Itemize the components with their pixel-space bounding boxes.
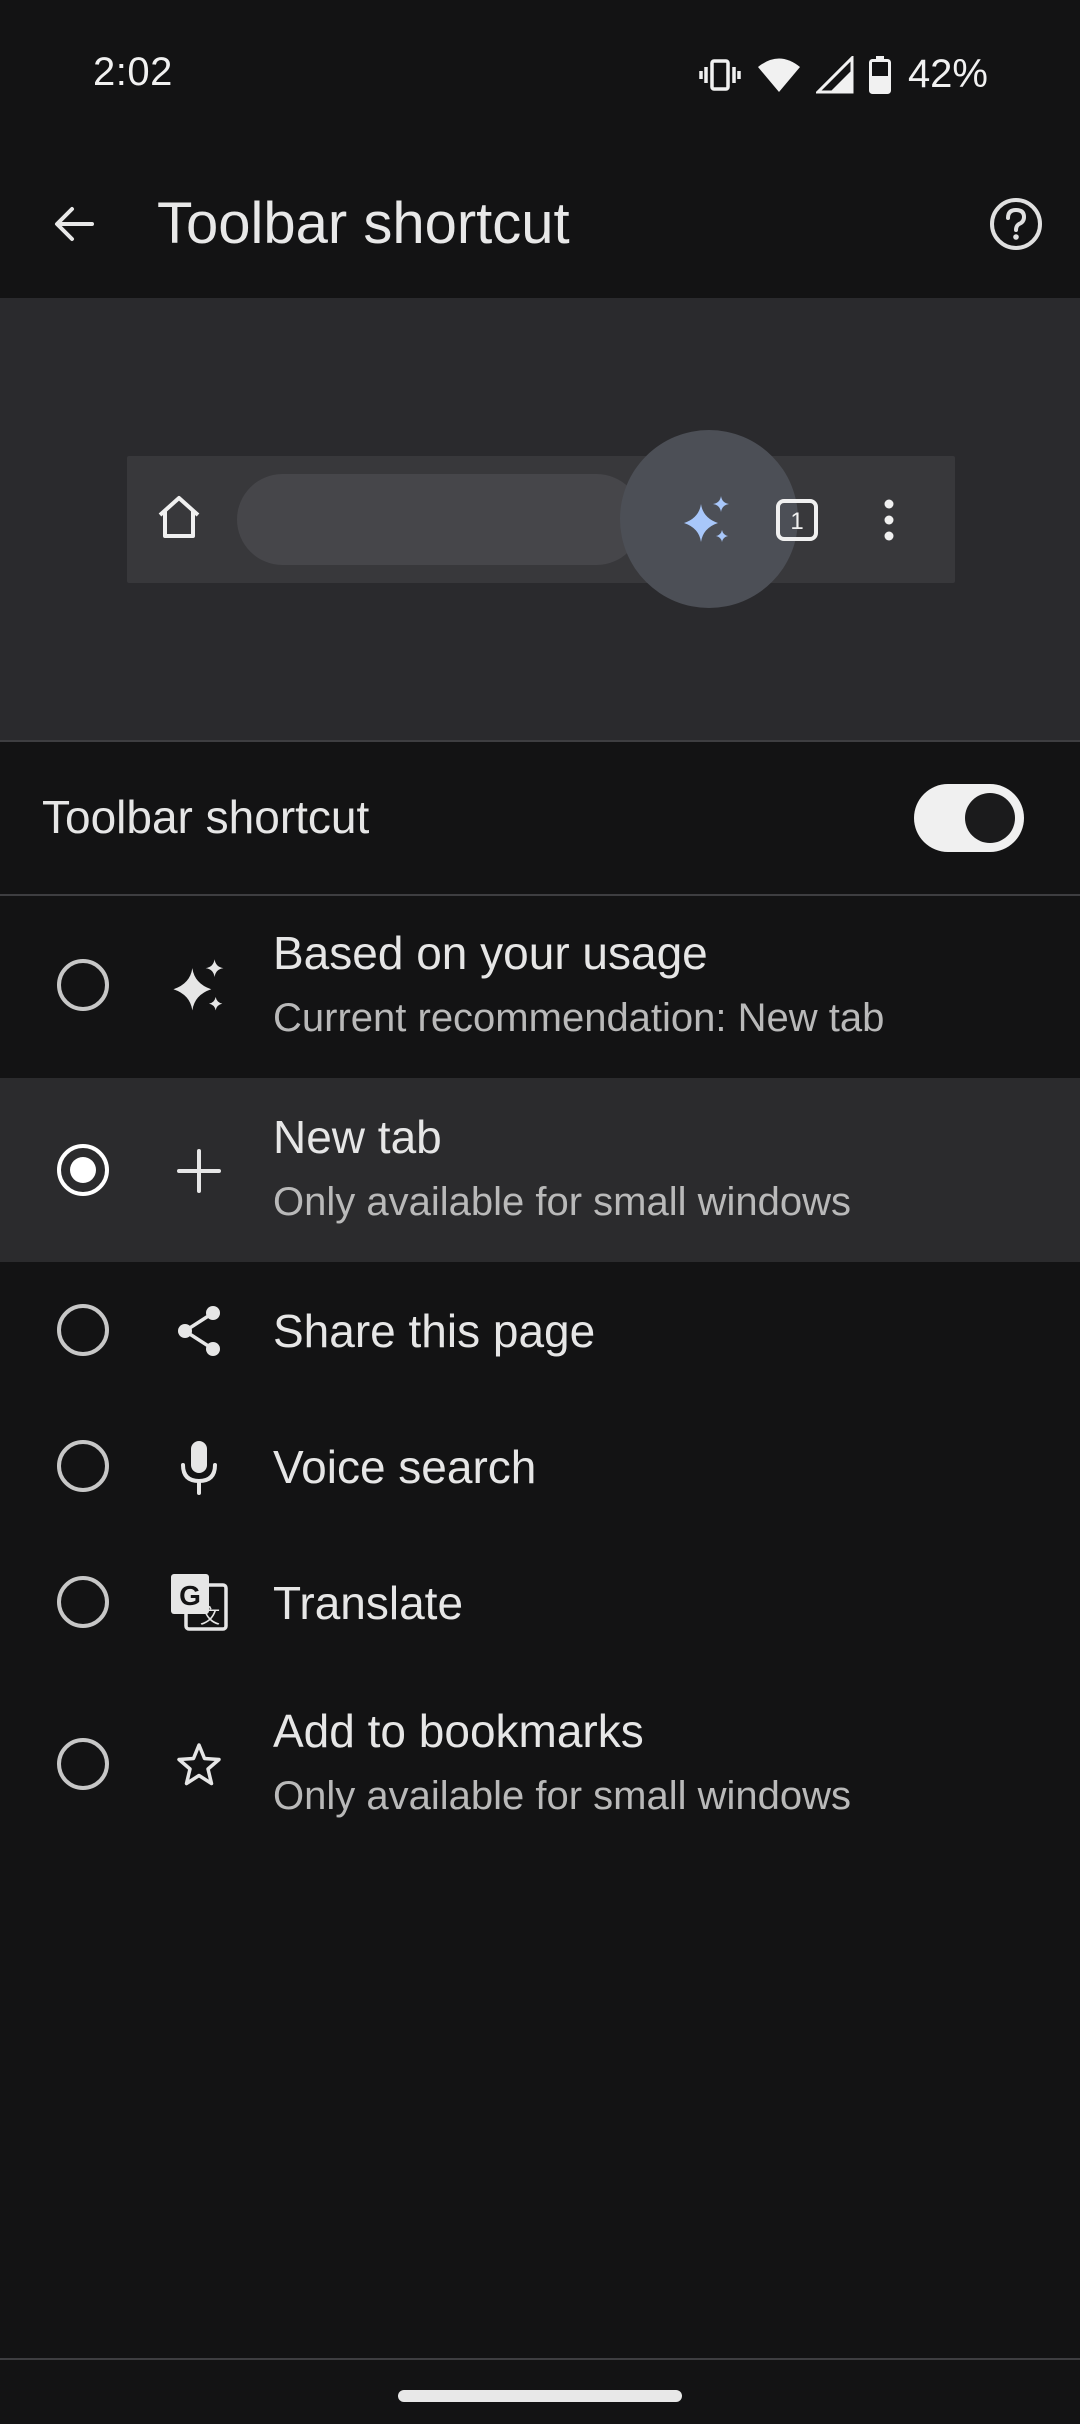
home-gesture-handle[interactable]	[398, 2390, 682, 2402]
home-icon	[155, 493, 203, 546]
sparkle-icon	[168, 956, 230, 1018]
toolbar-shortcut-switch[interactable]	[914, 784, 1024, 852]
sparkle-icon	[680, 494, 734, 553]
preview-toolbar: 1	[127, 430, 955, 608]
radio-new-tab[interactable]	[57, 1144, 109, 1196]
help-icon	[990, 198, 1042, 250]
option-add-to-bookmarks[interactable]: Add to bookmarks Only available for smal…	[0, 1670, 1080, 1852]
option-based-on-usage[interactable]: Based on your usage Current recommendati…	[0, 896, 1080, 1078]
radio-voice-search[interactable]	[57, 1440, 109, 1492]
page-title: Toolbar shortcut	[157, 191, 570, 256]
wifi-icon	[756, 56, 802, 94]
app-bar: Toolbar shortcut	[0, 150, 1080, 298]
toolbar-shortcut-toggle-row[interactable]: Toolbar shortcut	[0, 742, 1080, 894]
vibrate-icon	[698, 55, 742, 95]
option-title: Add to bookmarks	[273, 1705, 644, 1757]
share-icon	[168, 1300, 230, 1362]
back-button[interactable]	[42, 192, 106, 256]
battery-icon	[868, 55, 892, 95]
status-bar: 2:02 42%	[0, 0, 1080, 150]
radio-translate[interactable]	[57, 1576, 109, 1628]
option-title: Translate	[273, 1577, 464, 1629]
tab-switcher-icon: 1	[775, 498, 819, 547]
option-subtitle: Only available for small windows	[273, 1774, 852, 1818]
star-icon	[168, 1734, 230, 1796]
tab-count: 1	[790, 508, 803, 535]
option-subtitle: Current recommendation: New tab	[273, 996, 885, 1040]
option-title: New tab	[273, 1111, 442, 1163]
status-time: 2:02	[93, 50, 173, 94]
option-new-tab[interactable]: New tab Only available for small windows	[0, 1078, 1080, 1262]
battery-percent: 42%	[907, 52, 988, 96]
back-arrow-icon	[55, 207, 94, 241]
option-translate[interactable]: G文 Translate	[0, 1534, 1080, 1670]
preview-omnibox	[237, 474, 642, 565]
radio-share-this-page[interactable]	[57, 1304, 109, 1356]
toggle-label: Toolbar shortcut	[42, 791, 370, 843]
radio-based-on-usage[interactable]	[57, 959, 109, 1011]
option-voice-search[interactable]: Voice search	[0, 1398, 1080, 1534]
toolbar-preview: 1	[0, 298, 1080, 740]
option-title: Share this page	[273, 1305, 596, 1357]
navigation-bar	[0, 2358, 1080, 2424]
plus-icon	[168, 1140, 230, 1202]
translate-icon: G文	[168, 1571, 230, 1633]
help-button[interactable]	[984, 192, 1048, 256]
svg-text:文: 文	[200, 1604, 220, 1628]
status-icons: 42%	[698, 52, 988, 97]
svg-text:G: G	[179, 1580, 201, 1611]
option-subtitle: Only available for small windows	[273, 1180, 852, 1224]
option-title: Based on your usage	[273, 927, 708, 979]
switch-knob	[965, 793, 1015, 843]
signal-icon	[815, 55, 854, 94]
option-title: Voice search	[273, 1441, 537, 1493]
radio-add-to-bookmarks[interactable]	[57, 1738, 109, 1790]
option-share-this-page[interactable]: Share this page	[0, 1262, 1080, 1398]
more-vert-icon	[879, 496, 899, 549]
mic-icon	[168, 1436, 230, 1498]
